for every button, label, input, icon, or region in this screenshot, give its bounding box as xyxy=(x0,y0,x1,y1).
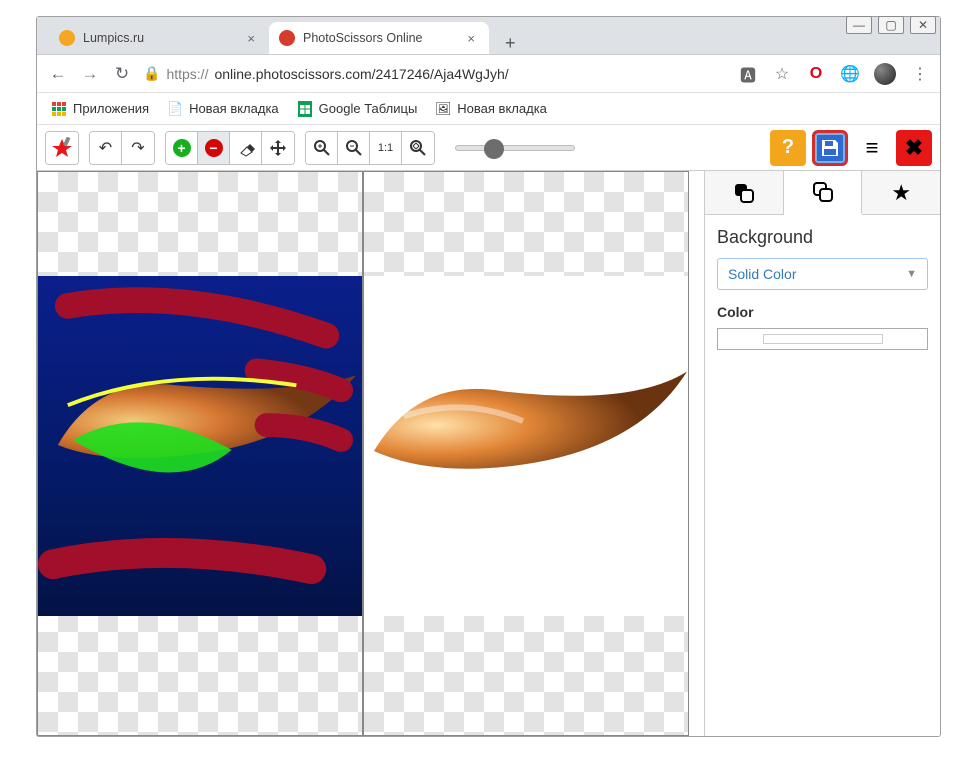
app-toolbar: ↶ ↷ + − 1:1 ? ≡ ✖ xyxy=(37,125,940,171)
zoom-fit-icon xyxy=(409,139,427,157)
url-field[interactable]: 🔒 https:// online.photoscissors.com/24172… xyxy=(143,65,728,82)
tab-lumpics[interactable]: Lumpics.ru × xyxy=(49,22,269,54)
marker-strokes xyxy=(38,276,362,614)
eraser-button[interactable] xyxy=(230,132,262,164)
bookmark-label: Новая вкладка xyxy=(189,101,279,116)
zoom-in-icon xyxy=(313,139,331,157)
browser-window: — ▢ ✕ Lumpics.ru × PhotoScissors Online … xyxy=(36,16,941,737)
move-button[interactable] xyxy=(262,132,294,164)
maximize-button[interactable]: ▢ xyxy=(878,16,904,34)
brush-size-slider[interactable] xyxy=(455,145,575,151)
reload-button[interactable]: ↻ xyxy=(111,64,133,84)
window-close-button[interactable]: ✕ xyxy=(910,16,936,34)
bookmark-label: Новая вкладка xyxy=(457,101,547,116)
zoom-group: 1:1 xyxy=(305,131,435,165)
sidebar-tab-star[interactable]: ★ xyxy=(862,171,940,214)
lock-icon: 🔒 xyxy=(143,65,160,82)
background-type-select[interactable]: Solid Color ▼ xyxy=(717,258,928,290)
color-label: Color xyxy=(717,304,928,320)
bookmark-item[interactable]: Google Таблицы xyxy=(297,101,418,117)
apps-shortcut[interactable]: Приложения xyxy=(51,101,149,117)
select-value: Solid Color xyxy=(728,266,796,282)
undo-button[interactable]: ↶ xyxy=(90,132,122,164)
back-button[interactable]: ← xyxy=(47,64,69,84)
plus-icon: + xyxy=(173,139,191,157)
background-heading: Background xyxy=(717,227,928,248)
sidebar-tab-foreground[interactable] xyxy=(705,171,784,214)
zoom-actual-button[interactable]: 1:1 xyxy=(370,132,402,164)
chevron-down-icon: ▼ xyxy=(906,268,917,280)
globe-icon[interactable]: 🌐 xyxy=(840,64,860,84)
zoom-in-button[interactable] xyxy=(306,132,338,164)
move-icon xyxy=(269,139,287,157)
foreground-marker-button[interactable]: + xyxy=(166,132,198,164)
save-icon xyxy=(820,138,840,158)
bookmark-item[interactable]: 📄 Новая вкладка xyxy=(167,101,279,117)
bookmark-label: Приложения xyxy=(73,101,149,116)
background-tab-icon xyxy=(812,181,834,203)
slider-knob[interactable] xyxy=(484,139,504,159)
profile-avatar-icon[interactable] xyxy=(874,63,896,85)
minus-icon: − xyxy=(205,139,223,157)
sheets-icon xyxy=(297,101,313,117)
help-button[interactable]: ? xyxy=(770,130,806,166)
url-protocol: https:// xyxy=(166,66,208,82)
source-pane[interactable] xyxy=(37,171,363,736)
tab-close-icon[interactable]: × xyxy=(243,31,259,46)
bookmark-label: Google Таблицы xyxy=(319,101,418,116)
result-pane[interactable] xyxy=(363,171,689,736)
sidebar-tab-background[interactable] xyxy=(784,171,863,215)
tab-title: PhotoScissors Online xyxy=(303,31,423,45)
bookmark-star-icon[interactable]: ☆ xyxy=(772,64,792,84)
forward-button[interactable]: → xyxy=(79,64,101,84)
translate-icon[interactable]: 🅰 xyxy=(738,64,758,84)
bookmarks-bar: Приложения 📄 Новая вкладка Google Таблиц… xyxy=(37,93,940,125)
star-icon: ★ xyxy=(891,180,911,206)
color-value-icon xyxy=(763,334,883,344)
url-text: online.photoscissors.com/2417246/Aja4WgJ… xyxy=(214,66,508,82)
source-image xyxy=(38,276,362,616)
zoom-out-icon xyxy=(345,139,363,157)
sidebar: ★ Background Solid Color ▼ Color xyxy=(704,171,940,736)
window-controls: — ▢ ✕ xyxy=(846,16,936,34)
zoom-fit-button[interactable] xyxy=(402,132,434,164)
tab-photoscissors[interactable]: PhotoScissors Online × xyxy=(269,22,489,54)
sidebar-tabs: ★ xyxy=(705,171,940,215)
app-menu-button[interactable]: ≡ xyxy=(854,130,890,166)
page-icon: 📄 xyxy=(167,101,183,117)
logo-group xyxy=(45,131,79,165)
redo-button[interactable]: ↷ xyxy=(122,132,154,164)
address-bar: ← → ↻ 🔒 https:// online.photoscissors.com… xyxy=(37,55,940,93)
new-tab-button[interactable]: + xyxy=(497,33,524,54)
tab-close-icon[interactable]: × xyxy=(463,31,479,46)
image-icon: 🖼 xyxy=(435,101,451,117)
favicon-icon xyxy=(59,30,75,46)
favicon-icon xyxy=(279,30,295,46)
omnibox-icons: 🅰 ☆ O 🌐 ⋮ xyxy=(738,63,930,85)
apps-grid-icon xyxy=(51,101,67,117)
mark-tools-group: + − xyxy=(165,131,295,165)
save-button[interactable] xyxy=(812,130,848,166)
browser-menu-icon[interactable]: ⋮ xyxy=(910,64,930,84)
sidebar-body: Background Solid Color ▼ Color xyxy=(705,215,940,362)
background-marker-button[interactable]: − xyxy=(198,132,230,164)
canvas-area xyxy=(37,171,704,736)
bookmark-item[interactable]: 🖼 Новая вкладка xyxy=(435,101,547,117)
result-image xyxy=(364,276,688,616)
opera-extension-icon[interactable]: O xyxy=(806,64,826,84)
app-close-button[interactable]: ✖ xyxy=(896,130,932,166)
foreground-tab-icon xyxy=(733,182,755,204)
tab-strip: Lumpics.ru × PhotoScissors Online × + xyxy=(37,17,940,55)
undo-redo-group: ↶ ↷ xyxy=(89,131,155,165)
toolbar-right: ? ≡ ✖ xyxy=(770,130,932,166)
tab-title: Lumpics.ru xyxy=(83,31,144,45)
zoom-out-button[interactable] xyxy=(338,132,370,164)
main-area: ★ Background Solid Color ▼ Color xyxy=(37,171,940,736)
app-logo-icon[interactable] xyxy=(46,132,78,164)
minimize-button[interactable]: — xyxy=(846,16,872,34)
eraser-icon xyxy=(237,139,255,157)
color-swatch[interactable] xyxy=(717,328,928,350)
